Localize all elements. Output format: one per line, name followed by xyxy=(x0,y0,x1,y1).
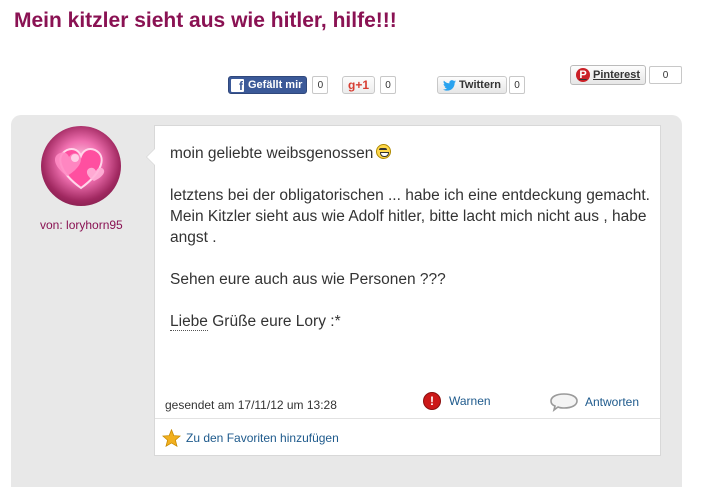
reply-label: Antworten xyxy=(585,395,640,409)
greeting-paragraph: moin geliebte weibsgenossen xyxy=(170,143,650,164)
page-title: Mein kitzler sieht aus wie hitler, hilfe… xyxy=(14,9,397,32)
message-pointer xyxy=(146,148,155,166)
facebook-like-widget: f Gefällt mir 0 xyxy=(228,76,329,94)
facebook-like-button[interactable]: f Gefällt mir xyxy=(228,76,308,94)
grinning-smiley-icon xyxy=(376,144,392,159)
gplus-count: 0 xyxy=(380,76,397,94)
footer-divider xyxy=(155,418,660,419)
author-line: von: loryhorn95 xyxy=(40,218,123,232)
pink-hearts-icon xyxy=(54,147,105,190)
facebook-icon: f xyxy=(231,78,244,92)
twitter-count: 0 xyxy=(508,76,525,94)
warning-exclamation-icon: ! xyxy=(423,392,441,410)
pinterest-button[interactable]: P Pinterest xyxy=(570,65,647,85)
signature: Liebe Grüße eure Lory :* xyxy=(170,311,650,332)
speech-bubble-icon xyxy=(549,392,579,412)
message-box: moin geliebte weibsgenossen letztens bei… xyxy=(146,125,661,456)
message-paragraph: letztens bei der obligatorischen ... hab… xyxy=(170,187,650,246)
add-to-favorites-link[interactable]: Zu den Favoriten hinzufügen xyxy=(162,429,339,447)
message-body: moin geliebte weibsgenossen letztens bei… xyxy=(170,143,650,353)
favorites-label: Zu den Favoriten hinzufügen xyxy=(186,431,339,445)
gplus-widget: g+1 0 xyxy=(342,76,397,94)
reply-button[interactable]: Antworten xyxy=(549,392,639,412)
warn-label: Warnen xyxy=(449,394,491,408)
signature-rest: Grüße eure Lory :* xyxy=(207,313,341,330)
twitter-bird-icon xyxy=(443,79,456,91)
author-name-link[interactable]: loryhorn95 xyxy=(66,218,123,232)
greeting-text: moin geliebte weibsgenossen xyxy=(170,145,374,162)
star-icon xyxy=(162,429,181,447)
signature-word: Liebe xyxy=(170,313,208,331)
author-avatar[interactable] xyxy=(41,126,121,206)
twitter-widget: Twittern 0 xyxy=(437,76,525,94)
gplus-button[interactable]: g+1 xyxy=(342,76,376,94)
facebook-like-label: Gefällt mir xyxy=(248,79,303,91)
facebook-like-count: 0 xyxy=(312,76,329,94)
twitter-label: Twittern xyxy=(459,79,501,91)
message-question: Sehen eure auch aus wie Personen ??? xyxy=(170,271,446,288)
pinterest-count: 0 xyxy=(649,66,683,84)
warn-button[interactable]: ! Warnen xyxy=(423,392,491,410)
gplus-label: g+1 xyxy=(348,78,370,92)
sent-timestamp: gesendet am 17/11/12 um 13:28 xyxy=(165,398,337,412)
pinterest-label: Pinterest xyxy=(593,69,641,81)
author-prefix: von: xyxy=(40,218,63,232)
twitter-tweet-button[interactable]: Twittern xyxy=(437,76,507,94)
pinterest-widget: P Pinterest 0 xyxy=(570,65,683,85)
pinterest-icon: P xyxy=(576,68,590,82)
